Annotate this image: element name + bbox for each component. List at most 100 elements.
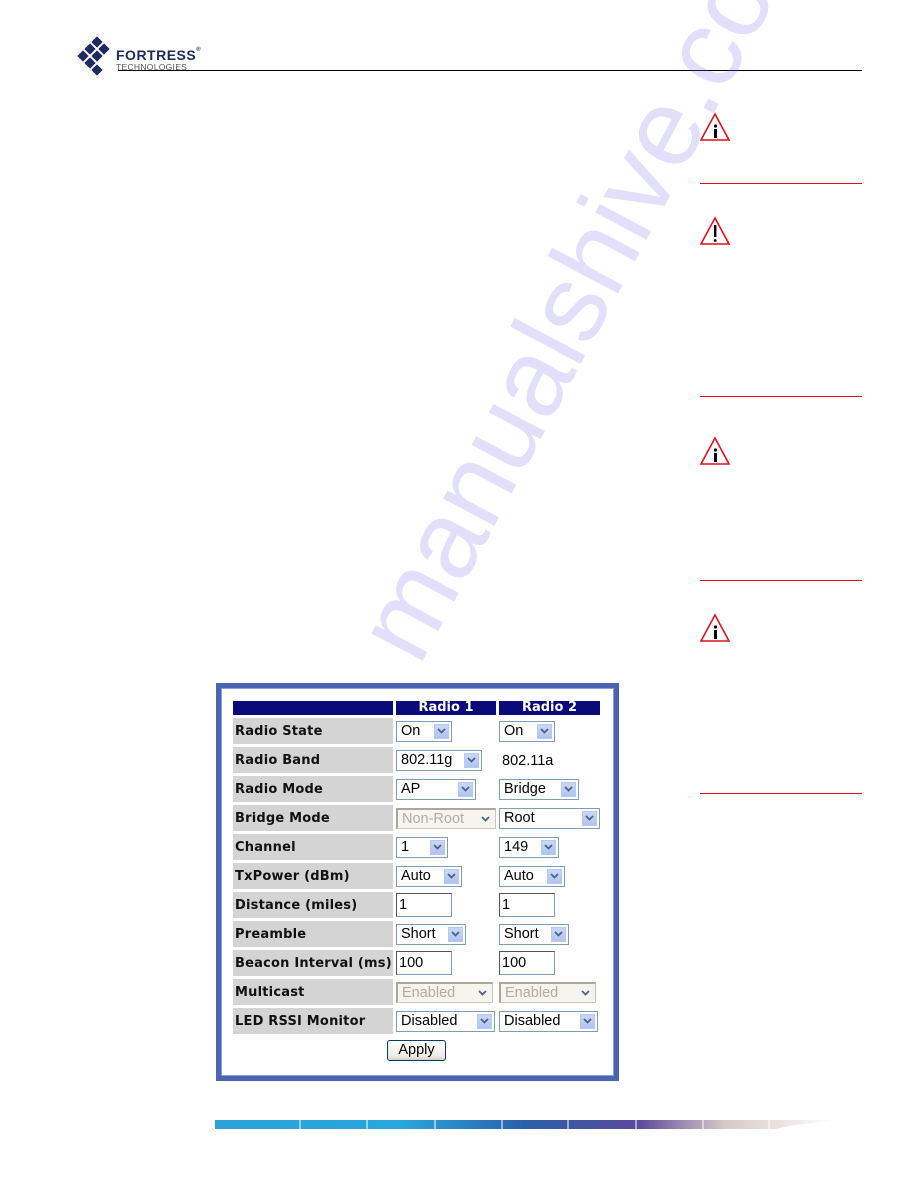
chevron-down-icon[interactable]	[561, 781, 576, 797]
select-value: Short	[504, 926, 539, 942]
radio1-cell: Non-Root	[396, 805, 496, 831]
chevron-down-icon[interactable]	[551, 926, 566, 942]
table-row-multicast: Multicast Enabled Enabled	[233, 979, 600, 1005]
led-rssi-monitor-radio1-select[interactable]: Disabled	[396, 1010, 495, 1032]
brand-name: FORTRESS®	[116, 47, 202, 63]
radio-state-radio1-select[interactable]: On	[396, 720, 452, 742]
table-row-radio-band: Radio Band 802.11g 802.11a	[233, 747, 600, 773]
radio2-cell: 100	[499, 950, 600, 976]
radio1-cell: On	[396, 718, 496, 744]
radio2-cell: Enabled	[499, 979, 600, 1005]
bridge-mode-radio2-select[interactable]: Root	[499, 807, 600, 829]
radio1-cell: Enabled	[396, 979, 496, 1005]
info-warning-icon	[699, 436, 731, 465]
select-value: 802.11g	[401, 752, 453, 768]
table-row-led-rssi-monitor: LED RSSI Monitor Disabled Disabled	[233, 1008, 600, 1034]
header-rule	[118, 70, 862, 71]
select-value: Non-Root	[402, 810, 465, 827]
note-divider	[700, 183, 862, 184]
chevron-down-icon	[578, 985, 593, 1000]
select-value: Disabled	[401, 1013, 458, 1029]
radio-state-radio2-select[interactable]: On	[499, 720, 555, 742]
fortress-diamond-icon	[77, 36, 110, 76]
beacon-interval-ms-radio1-input[interactable]: 100	[396, 951, 452, 975]
multicast-radio1-select: Enabled	[396, 981, 493, 1003]
radio-mode-radio1-select[interactable]: AP	[396, 778, 476, 800]
row-label: Multicast	[233, 979, 393, 1005]
select-value: Enabled	[402, 984, 456, 1001]
chevron-down-icon[interactable]	[537, 723, 552, 739]
row-label: TxPower (dBm)	[233, 863, 393, 889]
apply-cell: Apply	[233, 1037, 600, 1063]
bridge-mode-radio1-select: Non-Root	[396, 807, 496, 829]
txpower-dbm-radio1-select[interactable]: Auto	[396, 865, 462, 887]
channel-radio2-select[interactable]: 149	[499, 836, 559, 858]
radio-mode-radio2-select[interactable]: Bridge	[499, 778, 579, 800]
header-radio-2: Radio 2	[499, 701, 600, 715]
select-value: Enabled	[505, 984, 559, 1001]
chevron-down-icon[interactable]	[448, 926, 463, 942]
row-label: Radio State	[233, 718, 393, 744]
table-header-row: Radio 1 Radio 2	[233, 701, 600, 715]
select-value: Disabled	[504, 1013, 561, 1029]
apply-row: Apply	[233, 1037, 600, 1063]
radio1-cell: 1	[396, 892, 496, 918]
chevron-down-icon[interactable]	[580, 1013, 595, 1029]
row-label: Bridge Mode	[233, 805, 393, 831]
info-warning-icon	[699, 112, 731, 141]
note-divider	[700, 580, 862, 581]
chevron-down-icon[interactable]	[430, 839, 445, 855]
row-label: Radio Band	[233, 747, 393, 773]
apply-button[interactable]: Apply	[387, 1040, 446, 1061]
beacon-interval-ms-radio2-input[interactable]: 100	[499, 951, 555, 975]
radio-settings-panel: Radio 1 Radio 2 Radio State On On Radio Ban…	[216, 683, 619, 1081]
row-label: Channel	[233, 834, 393, 860]
row-label: Radio Mode	[233, 776, 393, 802]
radio2-cell: Root	[499, 805, 600, 831]
channel-radio1-select[interactable]: 1	[396, 836, 448, 858]
select-value: Short	[401, 926, 436, 942]
chevron-down-icon[interactable]	[464, 752, 479, 768]
radio1-cell: 100	[396, 950, 496, 976]
distance-miles-radio2-input[interactable]: 1	[499, 893, 555, 917]
row-label: Distance (miles)	[233, 892, 393, 918]
preamble-radio2-select[interactable]: Short	[499, 923, 569, 945]
radio-band-radio1-select[interactable]: 802.11g	[396, 749, 482, 771]
chevron-down-icon[interactable]	[434, 723, 449, 739]
row-label: LED RSSI Monitor	[233, 1008, 393, 1034]
radio-band-radio2-value: 802.11a	[502, 752, 554, 769]
table-row-beacon-interval-ms: Beacon Interval (ms) 100 100	[233, 950, 600, 976]
radio2-cell: 149	[499, 834, 600, 860]
radio1-cell: AP	[396, 776, 496, 802]
note-divider	[700, 396, 862, 397]
radio1-cell: Short	[396, 921, 496, 947]
select-value: AP	[401, 781, 421, 797]
led-rssi-monitor-radio2-select[interactable]: Disabled	[499, 1010, 598, 1032]
multicast-radio2-select: Enabled	[499, 981, 596, 1003]
select-value: 149	[504, 839, 529, 855]
header-blank	[233, 701, 393, 715]
table-row-txpower-dbm: TxPower (dBm) Auto Auto	[233, 863, 600, 889]
caution-exclamation-icon	[699, 216, 731, 245]
chevron-down-icon[interactable]	[444, 868, 459, 884]
chevron-down-icon[interactable]	[547, 868, 562, 884]
table-row-bridge-mode: Bridge Mode Non-Root Root	[233, 805, 600, 831]
select-value: Root	[504, 810, 535, 826]
chevron-down-icon[interactable]	[582, 810, 597, 826]
txpower-dbm-radio2-select[interactable]: Auto	[499, 865, 565, 887]
chevron-down-icon[interactable]	[477, 1013, 492, 1029]
chevron-down-icon[interactable]	[541, 839, 556, 855]
radio2-cell: Short	[499, 921, 600, 947]
distance-miles-radio1-input[interactable]: 1	[396, 893, 452, 917]
watermark: manualshive.com	[331, 0, 843, 679]
table-row-channel: Channel 1 149	[233, 834, 600, 860]
select-value: 1	[401, 839, 410, 855]
radio1-cell: Disabled	[396, 1008, 496, 1034]
chevron-down-icon[interactable]	[458, 781, 473, 797]
radio1-cell: Auto	[396, 863, 496, 889]
radio1-cell: 1	[396, 834, 496, 860]
table-row-radio-mode: Radio Mode AP Bridge	[233, 776, 600, 802]
info-warning-icon	[699, 613, 731, 642]
preamble-radio1-select[interactable]: Short	[396, 923, 466, 945]
radio1-cell: 802.11g	[396, 747, 496, 773]
